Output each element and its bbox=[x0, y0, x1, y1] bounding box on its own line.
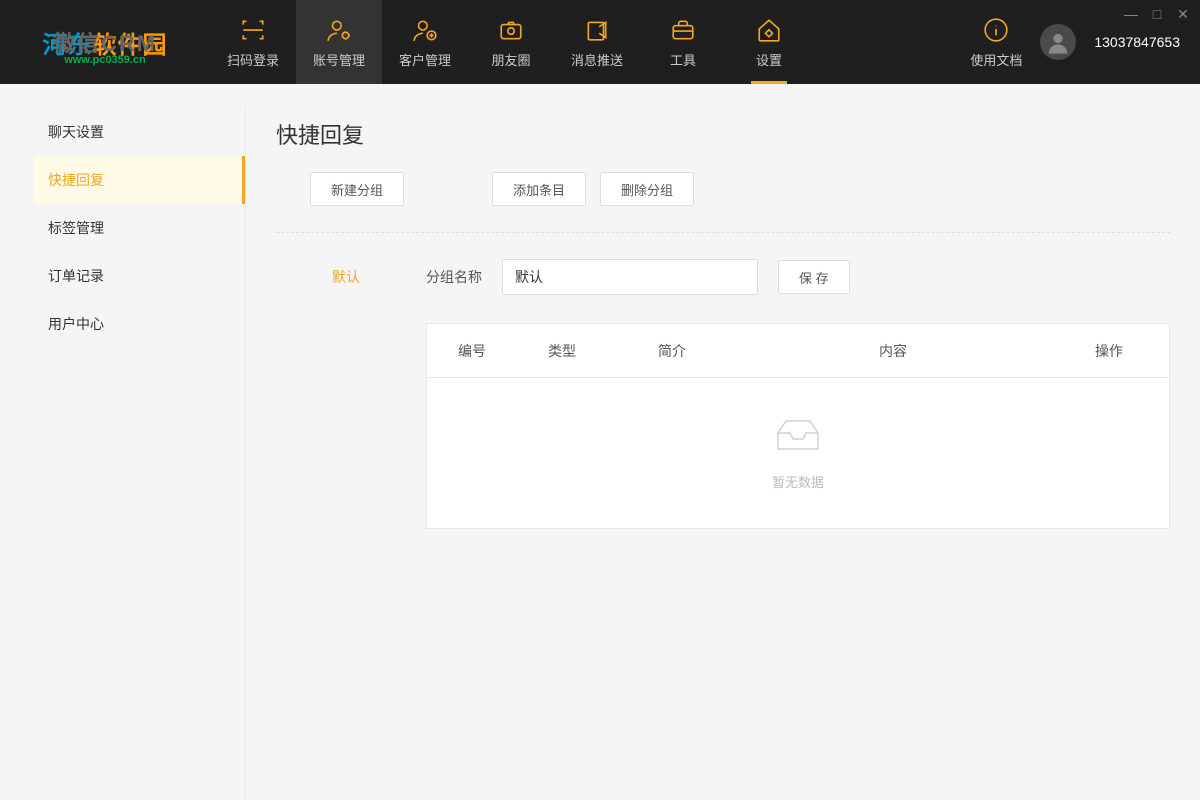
customer-icon bbox=[411, 16, 439, 44]
nav-account-manage[interactable]: 账号管理 bbox=[296, 0, 382, 84]
close-button[interactable]: ✕ bbox=[1176, 6, 1190, 23]
save-button[interactable]: 保 存 bbox=[778, 260, 850, 294]
th-summary: 简介 bbox=[607, 341, 737, 361]
camera-icon bbox=[497, 16, 525, 44]
logo-subtitle: www.pc0359.cn bbox=[64, 54, 146, 66]
empty-state: 暂无数据 bbox=[427, 378, 1169, 528]
delete-group-button[interactable]: 删除分组 bbox=[600, 172, 694, 206]
add-item-button[interactable]: 添加条目 bbox=[492, 172, 586, 206]
group-tab-default[interactable]: 默认 bbox=[276, 259, 426, 287]
nav-label: 账号管理 bbox=[313, 50, 365, 69]
th-type: 类型 bbox=[517, 341, 607, 361]
sidebar-item-order-record[interactable]: 订单记录 bbox=[34, 252, 245, 300]
page-title: 快捷回复 bbox=[276, 118, 1170, 150]
new-group-button[interactable]: 新建分组 bbox=[310, 172, 404, 206]
content-wrapper: 聊天设置 快捷回复 标签管理 订单记录 用户中心 快捷回复 新建分组 添加条目 … bbox=[0, 84, 1200, 800]
minimize-button[interactable]: — bbox=[1124, 6, 1138, 23]
settings-home-icon bbox=[755, 16, 783, 44]
docs-label: 使用文档 bbox=[970, 50, 1022, 69]
maximize-button[interactable]: □ bbox=[1150, 6, 1164, 23]
sidebar-item-label: 快捷回复 bbox=[48, 170, 104, 190]
nav-items: 扫码登录 账号管理 客户管理 朋友圈 消息推送 工具 设置 bbox=[210, 0, 812, 84]
sidebar-item-label: 聊天设置 bbox=[48, 122, 104, 142]
sidebar-item-tag-manage[interactable]: 标签管理 bbox=[34, 204, 245, 252]
sidebar-item-chat-settings[interactable]: 聊天设置 bbox=[34, 108, 245, 156]
avatar[interactable] bbox=[1040, 24, 1076, 60]
nav-label: 客户管理 bbox=[399, 50, 451, 69]
push-icon bbox=[583, 16, 611, 44]
nav-right: 使用文档 13037847653 bbox=[970, 16, 1200, 69]
sidebar-item-label: 订单记录 bbox=[48, 266, 104, 286]
th-content: 内容 bbox=[737, 341, 1049, 361]
sidebar-item-label: 标签管理 bbox=[48, 218, 104, 238]
action-row: 新建分组 添加条目 删除分组 bbox=[276, 172, 1170, 233]
toolbox-icon bbox=[669, 16, 697, 44]
nav-label: 设置 bbox=[756, 50, 782, 69]
nav-tools[interactable]: 工具 bbox=[640, 0, 726, 84]
sidebar-item-user-center[interactable]: 用户中心 bbox=[34, 300, 245, 348]
nav-customer-manage[interactable]: 客户管理 bbox=[382, 0, 468, 84]
account-icon bbox=[325, 16, 353, 44]
sidebar-item-quick-reply[interactable]: 快捷回复 bbox=[34, 156, 245, 204]
docs-link[interactable]: 使用文档 bbox=[970, 16, 1022, 69]
nav-message-push[interactable]: 消息推送 bbox=[554, 0, 640, 84]
table-header: 编号 类型 简介 内容 操作 bbox=[427, 324, 1169, 378]
nav-label: 工具 bbox=[670, 50, 696, 69]
nav-settings[interactable]: 设置 bbox=[726, 0, 812, 84]
empty-text: 暂无数据 bbox=[772, 472, 824, 491]
window-controls: — □ ✕ bbox=[1124, 6, 1190, 23]
data-table: 编号 类型 简介 内容 操作 暂无数据 bbox=[426, 323, 1170, 529]
sidebar: 聊天设置 快捷回复 标签管理 订单记录 用户中心 bbox=[0, 108, 246, 800]
sidebar-item-label: 用户中心 bbox=[48, 314, 104, 334]
nav-label: 消息推送 bbox=[571, 50, 623, 69]
top-navigation: 微信CRM 河东软件园 www.pc0359.cn 扫码登录 账号管理 客户管理… bbox=[0, 0, 1200, 84]
form-area: 默认 分组名称 保 存 编号 类型 简介 内容 操作 bbox=[276, 259, 1170, 529]
th-id: 编号 bbox=[427, 341, 517, 361]
logo: 微信CRM 河东软件园 www.pc0359.cn bbox=[0, 0, 210, 84]
main-panel: 快捷回复 新建分组 添加条目 删除分组 默认 分组名称 保 存 编号 bbox=[246, 108, 1200, 800]
nav-scan-login[interactable]: 扫码登录 bbox=[210, 0, 296, 84]
nav-label: 朋友圈 bbox=[491, 50, 530, 69]
scan-icon bbox=[239, 16, 267, 44]
group-name-label: 分组名称 bbox=[426, 267, 482, 287]
th-action: 操作 bbox=[1049, 341, 1169, 361]
group-name-row: 分组名称 保 存 bbox=[426, 259, 1170, 295]
info-icon bbox=[982, 16, 1010, 44]
nav-label: 扫码登录 bbox=[227, 50, 279, 69]
user-id: 13037847653 bbox=[1094, 34, 1180, 50]
group-name-input[interactable] bbox=[502, 259, 758, 295]
nav-moments[interactable]: 朋友圈 bbox=[468, 0, 554, 84]
inbox-icon bbox=[772, 415, 824, 460]
